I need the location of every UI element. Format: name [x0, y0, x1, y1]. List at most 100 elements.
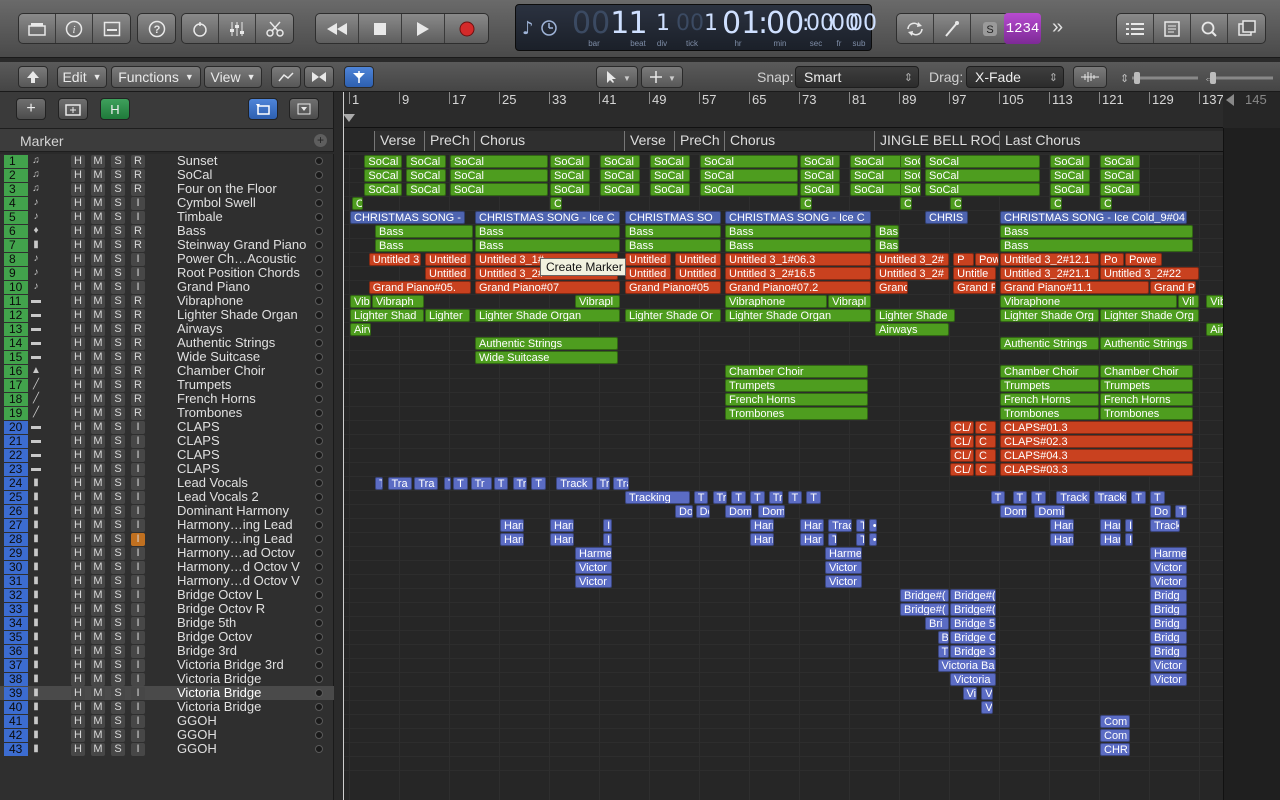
region[interactable]: Vibrapl	[575, 295, 620, 308]
track-name[interactable]: Lead Vocals 2	[177, 490, 307, 504]
track-name[interactable]: Victoria Bridge	[177, 700, 307, 714]
hide-track-button[interactable]: H	[71, 729, 85, 742]
region[interactable]: I	[1125, 533, 1134, 546]
track-name[interactable]: GGOH	[177, 742, 307, 756]
region[interactable]: Untitled 3_2#16.5	[725, 267, 871, 280]
track-row[interactable]: 13 ▬ H M S R Airways	[0, 322, 334, 336]
hide-track-button[interactable]: H	[71, 477, 85, 490]
mute-button[interactable]: M	[91, 253, 105, 266]
record-enable-button[interactable]: I	[131, 267, 145, 280]
track-row[interactable]: 23 ▬ H M S I CLAPS	[0, 462, 334, 476]
region[interactable]: Cy	[900, 197, 912, 210]
solo-button[interactable]: S	[111, 435, 125, 448]
hide-track-button[interactable]: H	[71, 253, 85, 266]
back-arrow-button[interactable]	[18, 66, 48, 88]
region[interactable]: Trumpets	[725, 379, 868, 392]
region[interactable]: T	[937, 645, 949, 658]
region[interactable]: Trombones	[1000, 407, 1099, 420]
track-row[interactable]: 25 ▮ H M S I Lead Vocals 2	[0, 490, 334, 504]
region[interactable]: T	[750, 491, 765, 504]
hide-track-button[interactable]: H	[71, 715, 85, 728]
record-enable-button[interactable]: I	[131, 211, 145, 224]
solo-button[interactable]: S	[111, 169, 125, 182]
add-marker-icon[interactable]: +	[314, 134, 327, 147]
command-click-tool[interactable]: ▼	[641, 66, 683, 88]
hide-track-button[interactable]: H	[71, 645, 85, 658]
region[interactable]: Untitled	[425, 253, 471, 266]
region[interactable]: Po	[1100, 253, 1124, 266]
lcd-display[interactable]: ♪ 001 1 1 001 01 : 00 : 00 : 00 00 bar b…	[515, 4, 877, 51]
track-name[interactable]: Timbale	[177, 210, 307, 224]
track-name[interactable]: Bridge Octov L	[177, 588, 307, 602]
region[interactable]: Harme	[825, 547, 862, 560]
region[interactable]: Untitled 3_2#12.1	[1000, 253, 1099, 266]
region[interactable]: SoCal	[550, 155, 590, 168]
track-name[interactable]: Bridge Octov R	[177, 602, 307, 616]
arrange-area[interactable]: SoCal SoCal SoCal SoCal SoCal SoCal SoCal SoCal…	[343, 154, 1223, 800]
track-name[interactable]: Chamber Choir	[177, 364, 307, 378]
track-name[interactable]: Harmony…ing Lead	[177, 518, 307, 532]
region[interactable]: French Horns	[1000, 393, 1099, 406]
region[interactable]: Track	[556, 477, 593, 490]
marker[interactable]: Chorus	[474, 131, 624, 151]
track-name[interactable]: Bridge Octov	[177, 630, 307, 644]
track-row[interactable]: 30 ▮ H M S I Harmony…d Octov V	[0, 560, 334, 574]
track-name[interactable]: Dominant Harmony	[177, 504, 307, 518]
solo-button[interactable]: S	[111, 239, 125, 252]
region[interactable]: T	[856, 519, 865, 532]
bar-ruler[interactable]: 1 9 17 25 33 41 49 57 65 73 81 89 97 105 113 121 129 137	[343, 92, 1224, 128]
solo-button[interactable]: S	[111, 281, 125, 294]
track-name[interactable]: Sunset	[177, 154, 307, 168]
region[interactable]: T	[1131, 491, 1146, 504]
automation-button[interactable]	[271, 66, 301, 88]
solo-button[interactable]: S	[111, 365, 125, 378]
region[interactable]: CLAPS#03.3	[1000, 463, 1193, 476]
hide-track-button[interactable]: H	[71, 561, 85, 574]
hide-track-button[interactable]: H	[71, 589, 85, 602]
region[interactable]: Grand P	[1150, 281, 1196, 294]
record-enable-button[interactable]: I	[131, 561, 145, 574]
region[interactable]: B	[937, 631, 949, 644]
hide-track-button[interactable]: H	[71, 491, 85, 504]
record-enable-button[interactable]: I	[131, 715, 145, 728]
smart-controls-button[interactable]	[182, 14, 219, 43]
region[interactable]: Bass	[1000, 239, 1193, 252]
region[interactable]: CL/	[950, 449, 974, 462]
hide-track-button[interactable]: H	[71, 533, 85, 546]
region[interactable]: Chamber Choir	[1000, 365, 1099, 378]
region[interactable]: C	[975, 449, 996, 462]
mute-button[interactable]: M	[91, 617, 105, 630]
track-row[interactable]: 7 ▮ H M S R Steinway Grand Piano	[0, 238, 334, 252]
marker[interactable]: Verse	[624, 131, 674, 151]
region[interactable]: Trac	[828, 519, 853, 532]
mute-button[interactable]: M	[91, 631, 105, 644]
media-browser-button[interactable]	[1228, 14, 1265, 43]
track-row[interactable]: 43 ▮ H M S I GGOH	[0, 742, 334, 756]
region[interactable]: Do	[675, 505, 693, 518]
record-enable-button[interactable]: R	[131, 225, 145, 238]
mute-button[interactable]: M	[91, 309, 105, 322]
track-name[interactable]: Harmony…d Octov V	[177, 574, 307, 588]
track-row[interactable]: 31 ▮ H M S I Harmony…d Octov V	[0, 574, 334, 588]
region[interactable]: T	[787, 491, 803, 504]
hide-track-button[interactable]: H	[71, 197, 85, 210]
region[interactable]: Lighter	[425, 309, 470, 322]
region[interactable]: Bridg	[1150, 631, 1187, 644]
region[interactable]: Harr	[500, 533, 524, 546]
region[interactable]: T	[990, 491, 1006, 504]
hide-track-button[interactable]: H	[71, 239, 85, 252]
mute-button[interactable]: M	[91, 715, 105, 728]
region[interactable]: CLAPS#01.3	[1000, 421, 1193, 434]
region[interactable]: Tr	[768, 491, 784, 504]
region[interactable]: V	[981, 687, 993, 700]
region[interactable]: Cy	[1100, 197, 1112, 210]
region[interactable]: SoCal	[406, 183, 446, 196]
region[interactable]: Airv	[350, 323, 371, 336]
region[interactable]: CHRISTMAS SONG - Ice	[350, 211, 465, 224]
region[interactable]: Untitled 3	[625, 267, 671, 280]
record-enable-button[interactable]: R	[131, 337, 145, 350]
region[interactable]: SoCal	[800, 169, 840, 182]
region[interactable]: Vib	[1206, 295, 1223, 308]
hide-track-button[interactable]: H	[71, 631, 85, 644]
mute-button[interactable]: M	[91, 449, 105, 462]
